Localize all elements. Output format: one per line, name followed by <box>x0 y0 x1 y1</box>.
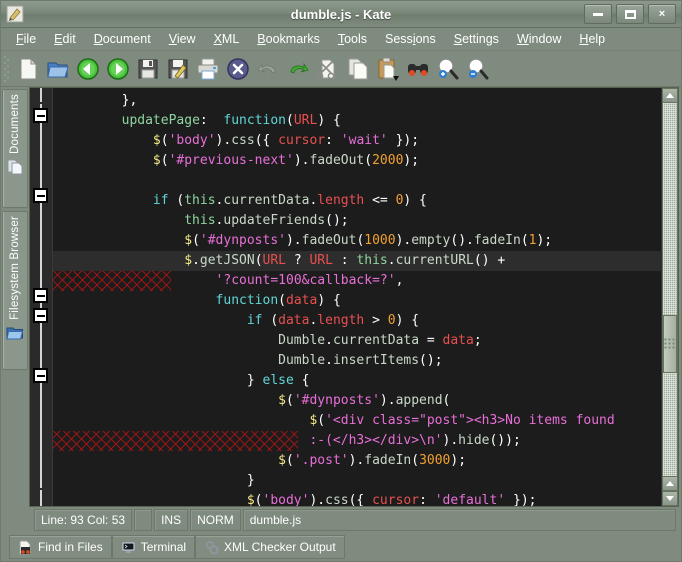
sidebar-tab-filesystem-browser[interactable]: Filesystem Browser <box>2 211 28 370</box>
folder-open-icon <box>6 324 24 342</box>
maximize-button[interactable] <box>616 4 644 24</box>
close-icon: × <box>658 7 666 20</box>
title-bar: dumble.js - Kate × <box>1 1 681 28</box>
kate-pencil-icon <box>6 5 24 23</box>
bottom-tab-terminal-label: Terminal <box>140 540 187 554</box>
forward-arrow-icon[interactable] <box>103 54 133 84</box>
code-text-area[interactable]: }, updatePage: function(URL) { $('body')… <box>53 88 661 506</box>
thumb-grip-icon <box>664 338 676 350</box>
fold-marker[interactable] <box>33 288 48 303</box>
editor-frame: }, updatePage: function(URL) { $('body')… <box>29 87 679 507</box>
redo-icon[interactable] <box>283 54 313 84</box>
zoom-in-icon[interactable] <box>433 54 463 84</box>
bottom-tool-view-bar: Find in Files Terminal XML Checker Outpu… <box>1 531 681 561</box>
window-title: dumble.js - Kate <box>290 6 392 22</box>
menu-file[interactable]: FFileile <box>7 30 45 48</box>
menu-xml[interactable]: XML <box>205 30 249 48</box>
menu-bar: FFileile Edit Document View XML Bookmark… <box>1 28 681 51</box>
sidebar-tab-documents-label: Documents <box>9 94 21 154</box>
find-icon[interactable] <box>403 54 433 84</box>
paste-icon[interactable] <box>373 54 403 84</box>
scrollbar-thumb[interactable] <box>663 315 677 373</box>
scroll-up-arrow-icon-2[interactable] <box>662 476 678 491</box>
scroll-up-arrow-icon[interactable] <box>662 88 678 103</box>
menu-help[interactable]: Help <box>570 30 614 48</box>
selection-mode-status[interactable]: NORM <box>190 509 241 531</box>
bottom-tab-find-in-files-label: Find in Files <box>38 540 103 554</box>
close-button[interactable]: × <box>648 4 676 24</box>
menu-sessions[interactable]: Sessions <box>376 30 445 48</box>
modified-indicator <box>134 509 153 531</box>
bottom-tab-terminal[interactable]: Terminal <box>111 535 196 559</box>
menu-window[interactable]: Window <box>508 30 570 48</box>
sidebar-tab-filesystem-browser-label: Filesystem Browser <box>9 216 21 320</box>
save-as-icon[interactable] <box>163 54 193 84</box>
fold-marker[interactable] <box>33 368 48 383</box>
cursor-position-status: Line: 93 Col: 53 <box>34 509 133 531</box>
editor-container: }, updatePage: function(URL) { $('body')… <box>29 87 681 507</box>
bottom-tab-xml-checker-label: XML Checker Output <box>224 540 336 554</box>
close-document-icon[interactable] <box>223 54 253 84</box>
back-arrow-icon[interactable] <box>73 54 103 84</box>
open-file-icon[interactable] <box>43 54 73 84</box>
menu-settings[interactable]: Settings <box>445 30 508 48</box>
menu-edit[interactable]: Edit <box>45 30 85 48</box>
insert-mode-status[interactable]: INS <box>154 509 189 531</box>
scroll-down-arrow-icon[interactable] <box>662 491 678 506</box>
save-icon[interactable] <box>133 54 163 84</box>
editor-vertical-scrollbar[interactable] <box>661 88 678 506</box>
cut-icon[interactable] <box>313 54 343 84</box>
sidebar-tab-documents[interactable]: Documents <box>2 89 28 208</box>
print-icon[interactable] <box>193 54 223 84</box>
fold-marker[interactable] <box>33 188 48 203</box>
window-controls: × <box>584 4 676 24</box>
xml-checker-icon <box>204 540 219 555</box>
menu-bookmarks[interactable]: Bookmarks <box>248 30 329 48</box>
main-body: Documents Filesystem Browser}, updatePa… <box>1 87 681 507</box>
status-bar: Line: 93 Col: 53 INS NORM dumble.js <box>4 509 678 531</box>
menu-document[interactable]: Document <box>85 30 160 48</box>
new-file-icon[interactable] <box>13 54 43 84</box>
menu-view[interactable]: View <box>160 30 205 48</box>
fold-marker[interactable] <box>33 308 48 323</box>
bottom-tab-find-in-files[interactable]: Find in Files <box>9 535 112 559</box>
find-in-files-icon <box>18 540 33 555</box>
main-toolbar <box>1 51 681 87</box>
copy-icon[interactable] <box>343 54 373 84</box>
terminal-icon <box>121 540 136 555</box>
menu-tools[interactable]: Tools <box>329 30 376 48</box>
bottom-tab-xml-checker-output[interactable]: XML Checker Output <box>195 535 345 559</box>
minimize-button[interactable] <box>584 4 612 24</box>
code-folding-margin[interactable] <box>30 88 53 506</box>
fold-marker[interactable] <box>33 108 48 123</box>
toolbar-drag-handle[interactable] <box>3 54 10 83</box>
scrollbar-track[interactable] <box>662 103 678 476</box>
kate-main-window: dumble.js - Kate × FFileile Edit Documen… <box>0 0 682 562</box>
left-tool-view-bar: Documents Filesystem Browser <box>1 87 29 507</box>
documents-icon <box>6 158 24 176</box>
undo-icon[interactable] <box>253 54 283 84</box>
filename-status: dumble.js <box>242 509 676 531</box>
source-code[interactable]: }, updatePage: function(URL) { $('body')… <box>53 88 661 506</box>
zoom-out-icon[interactable] <box>463 54 493 84</box>
